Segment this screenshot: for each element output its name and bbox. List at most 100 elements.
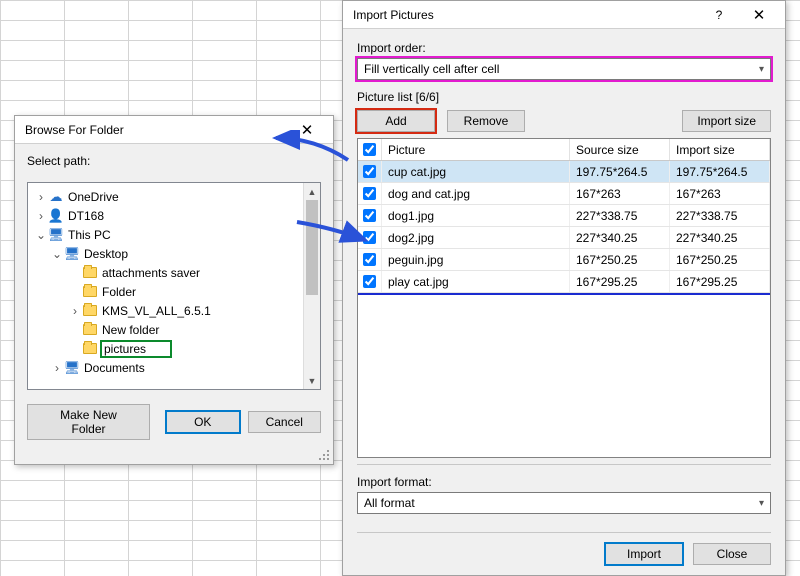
tree-twist-icon[interactable]: › xyxy=(50,361,64,375)
browse-close-button[interactable]: ✕ xyxy=(287,116,327,144)
tree-item[interactable]: Folder xyxy=(30,282,301,301)
cell-source-size: 197.75*264.5 xyxy=(570,161,670,182)
cell-picture: play cat.jpg xyxy=(382,271,570,292)
folder-icon xyxy=(82,265,98,281)
chevron-down-icon: ▾ xyxy=(759,64,764,75)
tree-item-label: DT168 xyxy=(68,209,104,223)
tree-item[interactable]: ⌄🖥Desktop xyxy=(30,244,301,263)
import-titlebar[interactable]: Import Pictures ? ✕ xyxy=(343,1,785,29)
pc-icon: 🖥 xyxy=(48,227,64,243)
cell-picture: peguin.jpg xyxy=(382,249,570,270)
picture-list-label: Picture list [6/6] xyxy=(357,90,771,104)
tree-item-label: pictures xyxy=(102,342,170,356)
table-row[interactable]: dog1.jpg227*338.75227*338.75 xyxy=(358,205,770,227)
cell-source-size: 167*295.25 xyxy=(570,271,670,292)
tree-item-label: New folder xyxy=(102,323,159,337)
import-order-label: Import order: xyxy=(357,41,771,55)
remove-button[interactable]: Remove xyxy=(447,110,525,132)
tree-item[interactable]: ›🖥 Documents xyxy=(30,358,301,377)
folder-icon xyxy=(82,341,98,357)
tree-twist-icon[interactable]: ⌄ xyxy=(50,247,64,261)
import-close-button[interactable]: ✕ xyxy=(739,1,779,29)
cell-import-size: 227*338.75 xyxy=(670,205,770,226)
tree-twist-icon[interactable]: › xyxy=(68,304,82,318)
scroll-up-icon[interactable]: ▲ xyxy=(304,183,320,200)
import-format-label: Import format: xyxy=(357,475,771,489)
cell-source-size: 227*338.75 xyxy=(570,205,670,226)
tree-item-label: OneDrive xyxy=(68,190,119,204)
browse-for-folder-dialog: Browse For Folder ✕ Select path: ›☁OneDr… xyxy=(14,115,334,465)
tree-twist-icon[interactable]: › xyxy=(34,209,48,223)
tree-item-label: attachments saver xyxy=(102,266,200,280)
folder-icon xyxy=(82,303,98,319)
row-checkbox[interactable] xyxy=(363,275,376,288)
cell-source-size: 167*250.25 xyxy=(570,249,670,270)
tree-item-label: Documents xyxy=(84,361,145,375)
tree-scrollbar[interactable]: ▲ ▼ xyxy=(303,183,320,389)
tree-item-label: KMS_VL_ALL_6.5.1 xyxy=(102,304,211,318)
tree-twist-icon[interactable]: › xyxy=(34,190,48,204)
import-title: Import Pictures xyxy=(353,8,699,22)
resize-grip-icon[interactable] xyxy=(319,450,331,462)
close-icon: ✕ xyxy=(301,121,314,139)
tree-item[interactable]: ›☁ OneDrive xyxy=(30,187,301,206)
row-checkbox[interactable] xyxy=(363,165,376,178)
table-header: Picture Source size Import size xyxy=(358,139,770,161)
tree-item[interactable]: ⌄🖥 This PC xyxy=(30,225,301,244)
tree-twist-icon[interactable]: ⌄ xyxy=(34,228,48,242)
picture-table: Picture Source size Import size cup cat.… xyxy=(357,138,771,458)
cell-import-size: 167*295.25 xyxy=(670,271,770,292)
row-checkbox[interactable] xyxy=(363,187,376,200)
cloud-icon: ☁ xyxy=(48,189,64,205)
cell-picture: dog and cat.jpg xyxy=(382,183,570,204)
table-row[interactable]: dog2.jpg227*340.25227*340.25 xyxy=(358,227,770,249)
row-checkbox[interactable] xyxy=(363,231,376,244)
folder-tree-list[interactable]: ›☁OneDrive›👤DT168⌄🖥This PC⌄🖥Desktopattac… xyxy=(28,183,303,389)
tree-item[interactable]: pictures xyxy=(30,339,301,358)
row-checkbox[interactable] xyxy=(363,253,376,266)
import-order-value: Fill vertically cell after cell xyxy=(364,62,499,76)
tree-item[interactable]: New folder xyxy=(30,320,301,339)
cell-picture: cup cat.jpg xyxy=(382,161,570,182)
import-pictures-dialog: Import Pictures ? ✕ Import order: Fill v… xyxy=(342,0,786,576)
cell-source-size: 227*340.25 xyxy=(570,227,670,248)
import-format-select[interactable]: All format ▾ xyxy=(357,492,771,514)
tree-item-label: Folder xyxy=(102,285,136,299)
browse-title: Browse For Folder xyxy=(25,123,287,137)
col-source-size[interactable]: Source size xyxy=(570,139,670,160)
import-help-button[interactable]: ? xyxy=(699,1,739,29)
table-row[interactable]: dog and cat.jpg167*263167*263 xyxy=(358,183,770,205)
select-path-label: Select path: xyxy=(27,154,321,168)
tree-item[interactable]: ›👤 DT168 xyxy=(30,206,301,225)
ok-button[interactable]: OK xyxy=(166,411,240,433)
cell-import-size: 167*263 xyxy=(670,183,770,204)
table-row[interactable]: play cat.jpg167*295.25167*295.25 xyxy=(358,271,770,293)
user-icon: 👤 xyxy=(48,208,64,224)
browse-titlebar[interactable]: Browse For Folder ✕ xyxy=(15,116,333,144)
scroll-down-icon[interactable]: ▼ xyxy=(304,372,320,389)
import-button[interactable]: Import xyxy=(605,543,683,565)
tree-item[interactable]: attachments saver xyxy=(30,263,301,282)
cell-picture: dog1.jpg xyxy=(382,205,570,226)
row-checkbox[interactable] xyxy=(363,209,376,222)
cell-import-size: 167*250.25 xyxy=(670,249,770,270)
cancel-button[interactable]: Cancel xyxy=(248,411,322,433)
pc-icon: 🖥 xyxy=(64,360,80,376)
tree-item[interactable]: › KMS_VL_ALL_6.5.1 xyxy=(30,301,301,320)
import-order-select[interactable]: Fill vertically cell after cell ▾ xyxy=(357,58,771,80)
tree-item-label: This PC xyxy=(68,228,111,242)
scroll-thumb[interactable] xyxy=(306,200,318,295)
add-button[interactable]: Add xyxy=(357,110,435,132)
folder-icon xyxy=(82,322,98,338)
table-row[interactable]: peguin.jpg167*250.25167*250.25 xyxy=(358,249,770,271)
select-all-checkbox[interactable] xyxy=(363,143,376,156)
close-icon: ✕ xyxy=(753,6,766,24)
close-button[interactable]: Close xyxy=(693,543,771,565)
col-picture[interactable]: Picture xyxy=(382,139,570,160)
table-row[interactable]: cup cat.jpg197.75*264.5197.75*264.5 xyxy=(358,161,770,183)
tree-item-label: Desktop xyxy=(84,247,128,261)
make-new-folder-button[interactable]: Make New Folder xyxy=(27,404,150,440)
import-size-button[interactable]: Import size xyxy=(682,110,771,132)
cell-import-size: 227*340.25 xyxy=(670,227,770,248)
col-import-size[interactable]: Import size xyxy=(670,139,770,160)
